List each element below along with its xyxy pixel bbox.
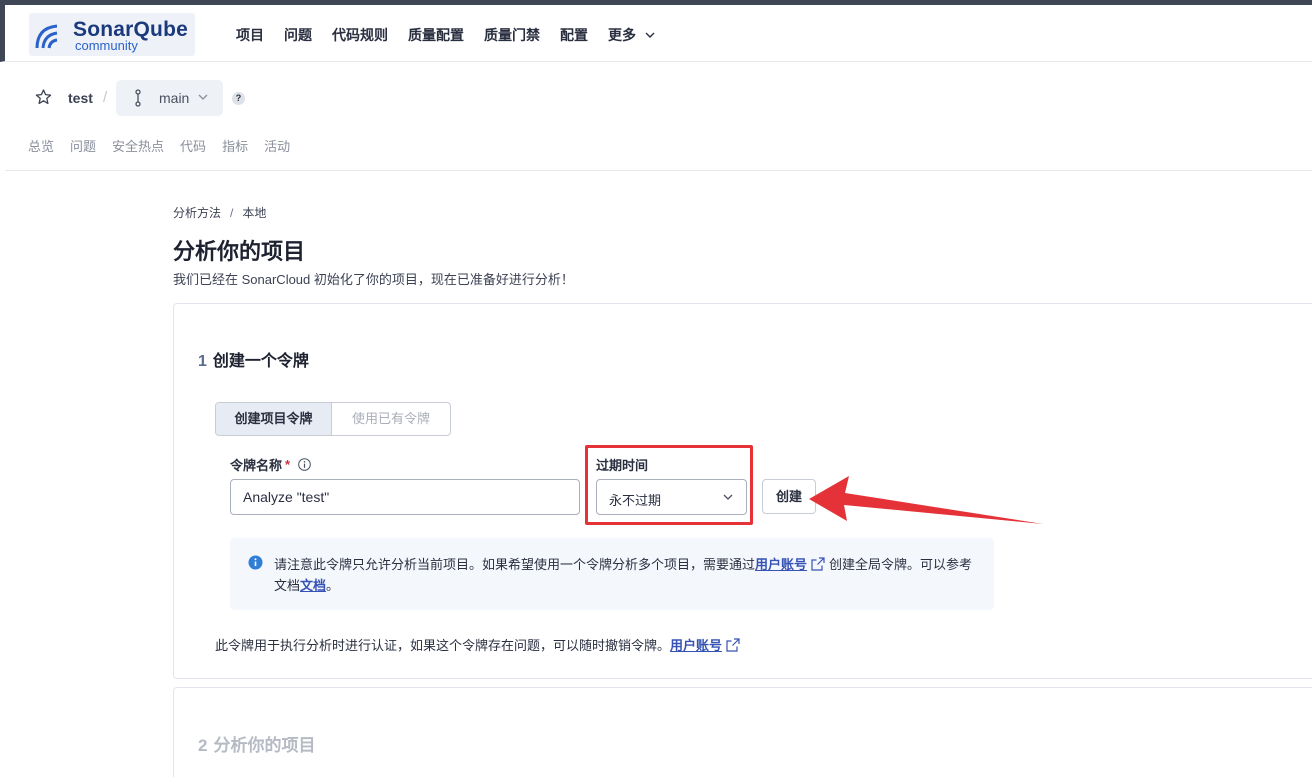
tab-activity[interactable]: 活动 [264, 136, 290, 155]
step-2-heading: 2 分析你的项目 [198, 731, 315, 756]
tab-overview[interactable]: 总览 [28, 136, 54, 155]
tab-issues[interactable]: 问题 [70, 136, 96, 155]
required-mark: * [285, 457, 291, 472]
breadcrumb-separator: / [230, 206, 234, 220]
info-circle-icon[interactable] [298, 458, 311, 471]
token-name-input[interactable] [230, 479, 580, 515]
info-filled-icon [248, 555, 263, 570]
menu-item-projects[interactable]: 项目 [236, 25, 264, 45]
step-title: 分析你的项目 [213, 736, 316, 755]
chevron-down-icon [198, 94, 208, 100]
page-subtitle: 我们已经在 SonarCloud 初始化了你的项目，现在已准备好进行分析！ [173, 272, 574, 287]
tab-security-hotspots[interactable]: 安全热点 [112, 136, 164, 155]
menu-item-administration[interactable]: 配置 [560, 25, 588, 45]
step-1-heading: 1 创建一个令牌 [198, 347, 309, 371]
top-navbar: SonarQube community 项目 问题 代码规则 质量配置 质量门禁… [0, 5, 1312, 62]
menu-item-more[interactable]: 更多 [608, 25, 655, 45]
notice-text-part3: 。 [326, 578, 340, 593]
expiry-select[interactable]: 永不过期 [596, 479, 747, 515]
step-title: 创建一个令牌 [212, 353, 309, 370]
chevron-down-icon [723, 494, 733, 500]
expiry-selected-value: 永不过期 [609, 493, 662, 508]
documentation-link[interactable]: 文档 [300, 578, 326, 593]
tab-code[interactable]: 代码 [180, 136, 206, 155]
menu-item-quality-gates[interactable]: 质量门禁 [484, 25, 540, 45]
token-name-label: 令牌名称 * [230, 455, 311, 474]
token-mode-toggle: 创建项目令牌 使用已有令牌 [215, 402, 451, 436]
menu-item-quality-profiles[interactable]: 质量配置 [408, 25, 464, 45]
external-link-icon [726, 638, 740, 652]
toggle-create-project-token[interactable]: 创建项目令牌 [216, 403, 332, 435]
annotation-arrow-icon [809, 476, 1043, 524]
main-menu: 项目 问题 代码规则 质量配置 质量门禁 配置 更多 [236, 25, 675, 45]
project-tabs: 总览 问题 安全热点 代码 指标 活动 [28, 136, 306, 155]
breadcrumb-separator: / [103, 89, 108, 106]
step-2-card: 2 分析你的项目 [173, 687, 1312, 777]
tab-measures[interactable]: 指标 [222, 136, 248, 155]
branch-icon [135, 89, 141, 107]
page-breadcrumb: 分析方法 / 本地 [173, 204, 266, 221]
toggle-use-existing-token[interactable]: 使用已有令牌 [332, 403, 450, 435]
breadcrumb-locally: 本地 [242, 206, 267, 220]
footnote-user-account-link[interactable]: 用户账号 [670, 638, 722, 653]
token-footnote: 此令牌用于执行分析时进行认证，如果这个令牌存在问题，可以随时撤销令牌。用户账号 [215, 635, 744, 654]
menu-item-issues[interactable]: 问题 [284, 25, 312, 45]
menu-item-rules[interactable]: 代码规则 [332, 25, 388, 45]
chevron-down-icon [645, 32, 655, 38]
expiry-label: 过期时间 [596, 458, 649, 473]
logo-edition-text: community [75, 38, 138, 53]
branch-name: main [159, 90, 190, 106]
notice-text: 请注意此令牌只允许分析当前项目。如果希望使用一个令牌分析多个项目，需要通过用户账… [274, 554, 974, 596]
project-header: test / main ? 总览 问题 安全热点 代码 指标 活动 [5, 62, 1312, 171]
menu-more-label: 更多 [608, 27, 636, 43]
help-icon[interactable]: ? [232, 92, 245, 105]
external-link-icon [811, 557, 825, 571]
sonar-waves-icon [35, 24, 58, 49]
project-name[interactable]: test [68, 90, 93, 106]
step-number: 2 [198, 736, 208, 755]
step-1-card: 1 创建一个令牌 创建项目令牌 使用已有令牌 令牌名称 * 过期时间 永不过期 创… [173, 303, 1312, 679]
token-name-label-text: 令牌名称 [230, 458, 283, 473]
branch-selector[interactable]: main [116, 80, 223, 116]
notice-text-part1: 请注意此令牌只允许分析当前项目。如果希望使用一个令牌分析多个项目，需要通过 [274, 557, 756, 572]
footnote-text: 此令牌用于执行分析时进行认证，如果这个令牌存在问题，可以随时撤销令牌。 [215, 638, 671, 653]
page-title: 分析你的项目 [173, 239, 306, 264]
create-token-button[interactable]: 创建 [762, 479, 816, 514]
step-number: 1 [198, 353, 207, 370]
breadcrumb-analysis-method[interactable]: 分析方法 [173, 206, 221, 220]
sonarqube-logo[interactable]: SonarQube community [29, 13, 195, 56]
user-account-link[interactable]: 用户账号 [755, 557, 807, 572]
token-scope-notice: 请注意此令牌只允许分析当前项目。如果希望使用一个令牌分析多个项目，需要通过用户账… [230, 538, 994, 610]
star-favorite-icon[interactable] [35, 89, 52, 105]
